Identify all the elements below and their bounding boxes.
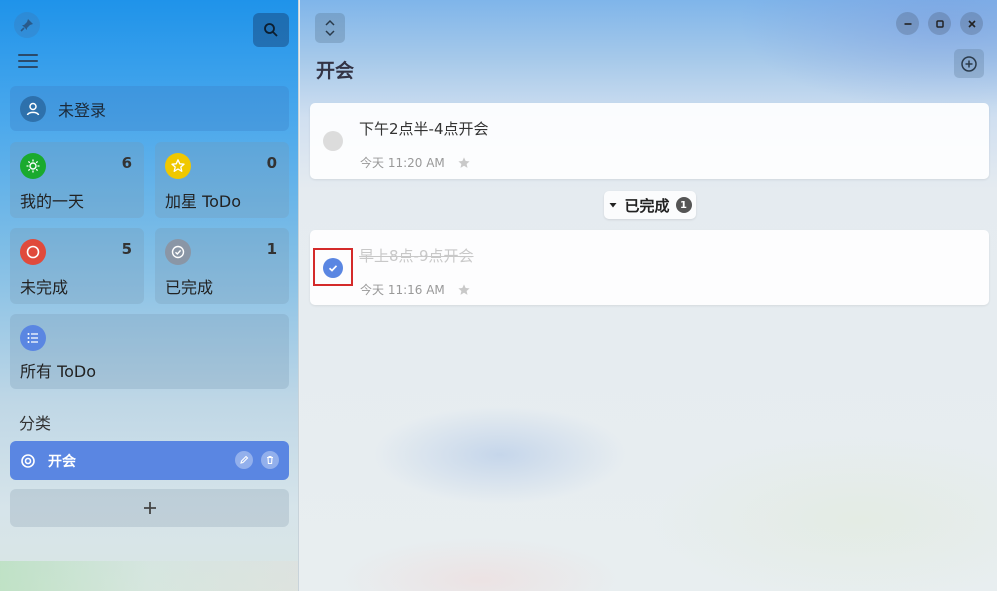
page-title: 开会 <box>316 60 355 82</box>
add-category-button[interactable] <box>10 489 289 527</box>
close-button[interactable] <box>960 12 983 35</box>
smart-list-completed[interactable]: 1 已完成 <box>155 228 289 304</box>
star-icon <box>165 153 191 179</box>
pin-icon <box>20 19 33 32</box>
minimize-icon <box>904 22 911 25</box>
caret-down-icon <box>609 203 617 208</box>
plus-icon <box>143 502 156 514</box>
account-button[interactable]: 未登录 <box>10 86 289 131</box>
close-icon <box>967 19 976 28</box>
incomplete-label: 未完成 <box>20 278 69 297</box>
user-icon <box>26 102 40 115</box>
minimize-button[interactable] <box>896 12 919 35</box>
task-time: 今天 11:16 AM <box>360 283 445 297</box>
task-title: 下午2点半-4点开会 <box>359 120 489 138</box>
sun-icon <box>20 153 46 179</box>
trash-icon <box>267 455 273 465</box>
completed-count-badge: 1 <box>675 197 692 213</box>
sort-button[interactable] <box>315 13 345 43</box>
highlight-box <box>313 248 353 286</box>
star-icon[interactable] <box>457 283 471 297</box>
task-title: 早上8点-9点开会 <box>359 247 474 265</box>
task-item[interactable]: 下午2点半-4点开会 今天 11:20 AM <box>310 103 989 179</box>
add-task-button[interactable] <box>954 49 984 78</box>
categories-heading: 分类 <box>19 414 52 433</box>
category-label: 开会 <box>48 453 76 470</box>
hamburger-menu-icon[interactable] <box>18 52 38 70</box>
sidebar: 未登录 6 我的一天 0 加星 ToDo 5 未完成 1 已完成 所有 ToDo… <box>0 0 299 591</box>
star-icon[interactable] <box>457 156 471 170</box>
smart-list-incomplete[interactable]: 5 未完成 <box>10 228 144 304</box>
smart-list-my-day[interactable]: 6 我的一天 <box>10 142 144 218</box>
target-icon <box>21 453 35 468</box>
all-todo-label: 所有 ToDo <box>20 362 97 381</box>
task-time: 今天 11:20 AM <box>360 156 445 170</box>
completed-task-item[interactable]: 早上8点-9点开会 今天 11:16 AM <box>310 230 989 305</box>
main-panel: 开会 下午2点半-4点开会 今天 11:20 AM 已完成 1 早上8点-9点开… <box>300 0 997 591</box>
starred-label: 加星 ToDo <box>165 192 242 211</box>
search-icon <box>264 23 278 37</box>
sort-icon <box>325 19 335 37</box>
avatar <box>20 95 46 122</box>
my-day-label: 我的一天 <box>20 192 85 211</box>
smart-list-all[interactable]: 所有 ToDo <box>10 314 289 389</box>
incomplete-count: 5 <box>121 240 132 258</box>
completed-label: 已完成 <box>165 278 214 297</box>
completed-count: 1 <box>266 240 277 258</box>
check-circle-icon <box>165 239 191 265</box>
pin-button[interactable] <box>14 12 40 38</box>
completed-section-label: 已完成 <box>624 196 670 215</box>
list-icon <box>20 325 46 351</box>
completed-section-toggle[interactable]: 已完成 1 <box>604 191 696 219</box>
maximize-button[interactable] <box>928 12 951 35</box>
circle-icon <box>20 239 46 265</box>
task-checkbox[interactable] <box>323 131 343 151</box>
pencil-icon <box>240 455 249 464</box>
delete-category-button[interactable] <box>261 451 279 469</box>
edit-category-button[interactable] <box>235 451 253 469</box>
my-day-count: 6 <box>121 154 132 172</box>
maximize-icon <box>935 19 944 28</box>
plus-circle-icon <box>961 55 977 72</box>
starred-count: 0 <box>266 154 277 172</box>
account-label: 未登录 <box>58 100 107 120</box>
smart-list-starred[interactable]: 0 加星 ToDo <box>155 142 289 218</box>
search-button[interactable] <box>253 13 289 47</box>
category-item-meeting[interactable]: 开会 <box>10 441 289 480</box>
